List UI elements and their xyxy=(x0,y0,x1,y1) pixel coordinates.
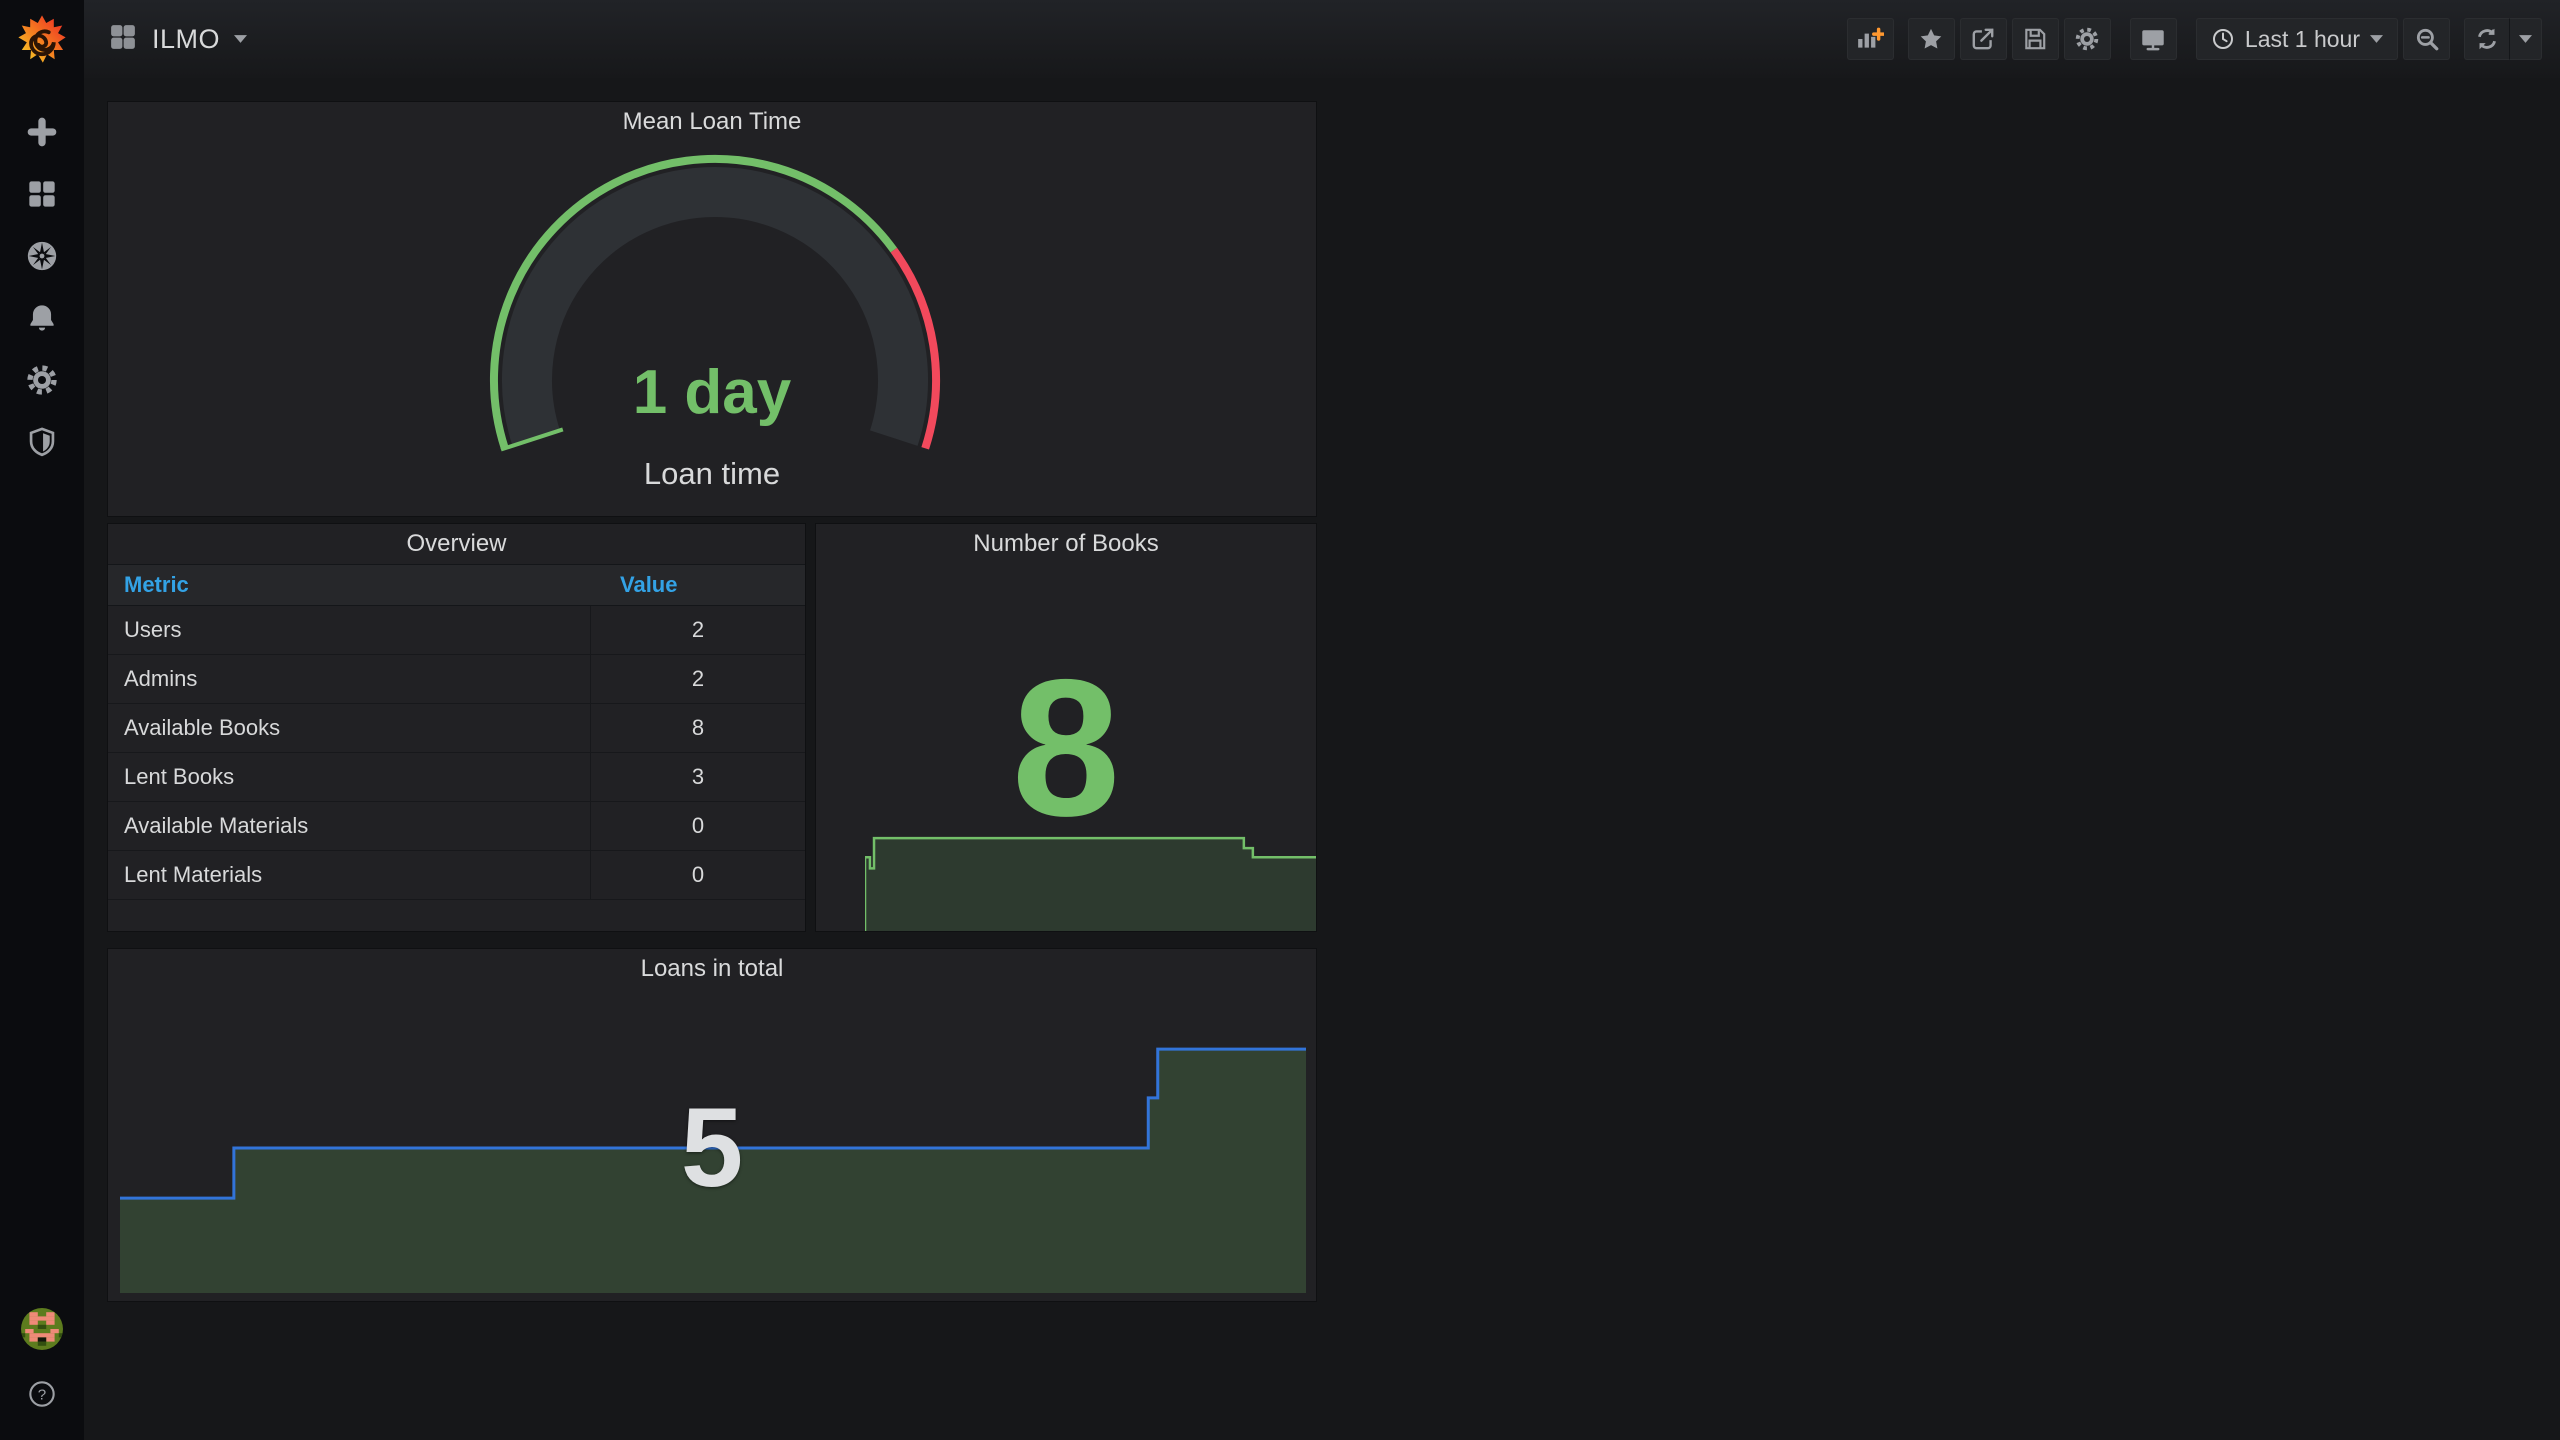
dashboard-title[interactable]: ILMO xyxy=(152,24,248,55)
panel-title[interactable]: Mean Loan Time xyxy=(108,102,1316,142)
stat-value-loans: 5 xyxy=(680,1085,744,1210)
gauge-value: 1 day xyxy=(632,358,792,427)
refresh-button[interactable] xyxy=(2464,18,2510,60)
save-button[interactable] xyxy=(2011,18,2059,60)
caret-down-icon xyxy=(2370,35,2383,43)
table-row: Lent Books 3 xyxy=(108,753,805,802)
value-cell: 2 xyxy=(590,606,805,654)
tv-monitor-icon[interactable] xyxy=(2129,18,2177,60)
refresh-control xyxy=(2464,18,2542,60)
value-cell: 0 xyxy=(590,802,805,850)
apps-grid-icon xyxy=(108,22,138,57)
table-header-row: Metric Value xyxy=(108,564,805,606)
refresh-interval-button[interactable] xyxy=(2510,18,2542,60)
value-cell: 3 xyxy=(590,753,805,801)
grafana-logo[interactable] xyxy=(15,12,69,66)
value-cell: 0 xyxy=(590,851,805,899)
share-button[interactable] xyxy=(1959,18,2007,60)
alerting-bell-icon[interactable] xyxy=(24,300,60,336)
metric-cell: Lent Books xyxy=(124,764,235,789)
navbar: ILMO Last 1 hour xyxy=(84,0,2560,78)
sidebar-bottom: ? xyxy=(21,1308,63,1412)
settings-gear-icon[interactable] xyxy=(2063,18,2111,60)
clock-icon xyxy=(2212,29,2233,49)
panel-overview: Overview Metric Value Users 2 Admins 2 Avail… xyxy=(108,524,805,931)
value-cell: 8 xyxy=(590,704,805,752)
help-question-icon[interactable]: ? xyxy=(24,1376,60,1412)
value-cell: 2 xyxy=(590,655,805,703)
navbar-toolbar: Last 1 hour xyxy=(1846,18,2542,60)
table-row: Available Materials 0 xyxy=(108,802,805,851)
caret-down-icon xyxy=(2519,35,2532,43)
explore-compass-icon[interactable] xyxy=(24,238,60,274)
server-admin-shield-icon[interactable] xyxy=(24,424,60,460)
table-row: Users 2 xyxy=(108,606,805,655)
time-range-label: Last 1 hour xyxy=(2244,25,2360,52)
metric-cell: Users xyxy=(124,617,182,642)
configuration-gear-icon[interactable] xyxy=(24,362,60,398)
table-row: Admins 2 xyxy=(108,655,805,704)
user-avatar[interactable] xyxy=(21,1308,63,1350)
metric-cell: Lent Materials xyxy=(124,862,263,887)
table-row: Lent Materials 0 xyxy=(108,851,805,900)
main-area: ILMO Last 1 hour Mean Loan Time 1 day Lo… xyxy=(84,0,2560,1440)
overview-table: Metric Value Users 2 Admins 2 Available Book… xyxy=(108,564,805,931)
panel-mean-loan-time: Mean Loan Time 1 day Loan time xyxy=(108,102,1316,516)
grafana-app: ? ILMO Last 1 hour Mean Loan Time 1 day … xyxy=(0,0,2560,1440)
column-header-value[interactable]: Value xyxy=(590,572,805,598)
panel-loans-in-total: Loans in total 5 xyxy=(108,949,1316,1301)
stat-value-books: 8 xyxy=(1011,639,1121,857)
add-panel-button[interactable] xyxy=(1846,18,1894,60)
sidebar-menu xyxy=(24,114,60,460)
caret-down-icon xyxy=(234,35,248,43)
sidebar: ? xyxy=(0,0,84,1440)
metric-cell: Available Books xyxy=(124,715,281,740)
dashboards-icon[interactable] xyxy=(24,176,60,212)
dashboard-content: Mean Loan Time 1 day Loan time Overview … xyxy=(84,78,2560,1440)
table-row: Available Books 8 xyxy=(108,704,805,753)
panel-title[interactable]: Overview xyxy=(108,524,805,564)
panel-number-of-books: Number of Books 8 xyxy=(816,524,1316,931)
panel-title[interactable]: Number of Books xyxy=(816,524,1316,564)
star-button[interactable] xyxy=(1907,18,1955,60)
gauge-label: Loan time xyxy=(643,456,781,491)
zoom-out-button[interactable] xyxy=(2403,18,2450,60)
metric-cell: Available Materials xyxy=(124,813,309,838)
metric-cell: Admins xyxy=(124,666,198,691)
create-plus-icon[interactable] xyxy=(24,114,60,150)
panel-title[interactable]: Loans in total xyxy=(108,949,1316,989)
svg-text:?: ? xyxy=(38,1386,46,1403)
column-header-metric[interactable]: Metric xyxy=(108,572,590,598)
table-body: Users 2 Admins 2 Available Books 8 Lent Books 3… xyxy=(108,606,805,900)
navbar-left: ILMO xyxy=(108,22,248,57)
time-range-picker[interactable]: Last 1 hour xyxy=(2195,18,2398,60)
